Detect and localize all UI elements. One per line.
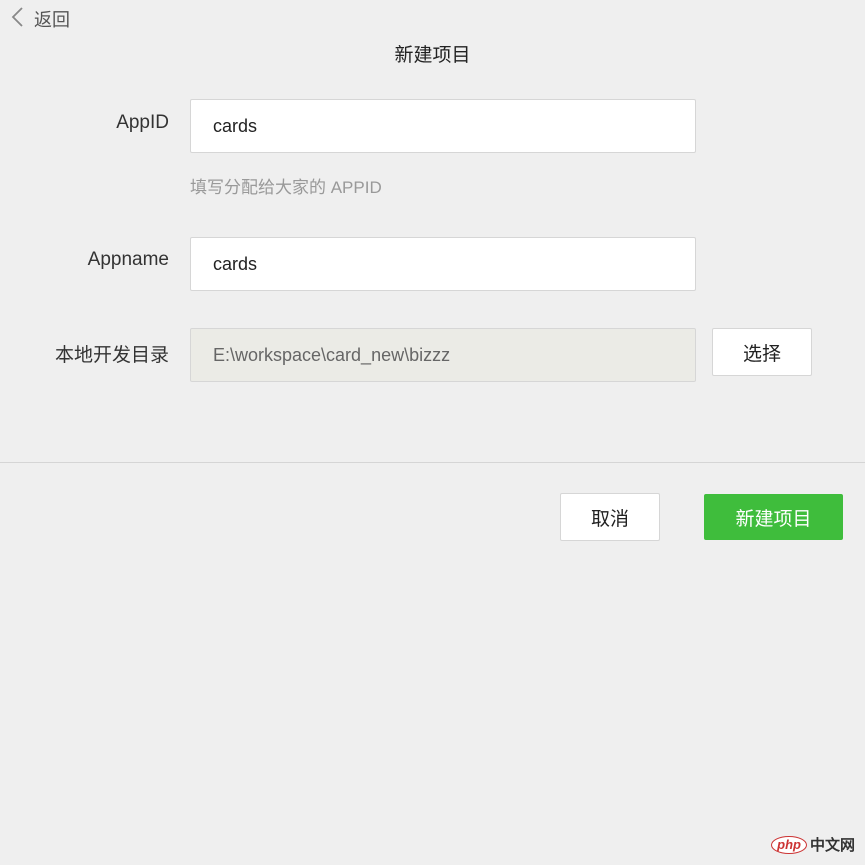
create-project-button[interactable]: 新建项目 [704, 494, 843, 540]
watermark: php 中文网 [771, 834, 855, 855]
cancel-button[interactable]: 取消 [560, 493, 660, 541]
appid-hint: 填写分配给大家的 APPID [190, 178, 382, 197]
appname-input[interactable] [190, 237, 696, 291]
browse-button[interactable]: 选择 [712, 328, 812, 376]
appid-label: AppID [116, 112, 169, 133]
back-button[interactable]: 返回 [10, 6, 70, 32]
page-title: 新建项目 [394, 45, 471, 66]
watermark-text: 中文网 [809, 837, 855, 854]
appname-label: Appname [87, 249, 169, 270]
php-logo-icon: php [771, 835, 807, 854]
directory-input[interactable] [190, 328, 696, 382]
divider [0, 462, 865, 463]
directory-label: 本地开发目录 [54, 345, 169, 366]
appid-input[interactable] [190, 99, 696, 153]
chevron-left-icon [10, 6, 24, 33]
back-label: 返回 [34, 10, 70, 30]
